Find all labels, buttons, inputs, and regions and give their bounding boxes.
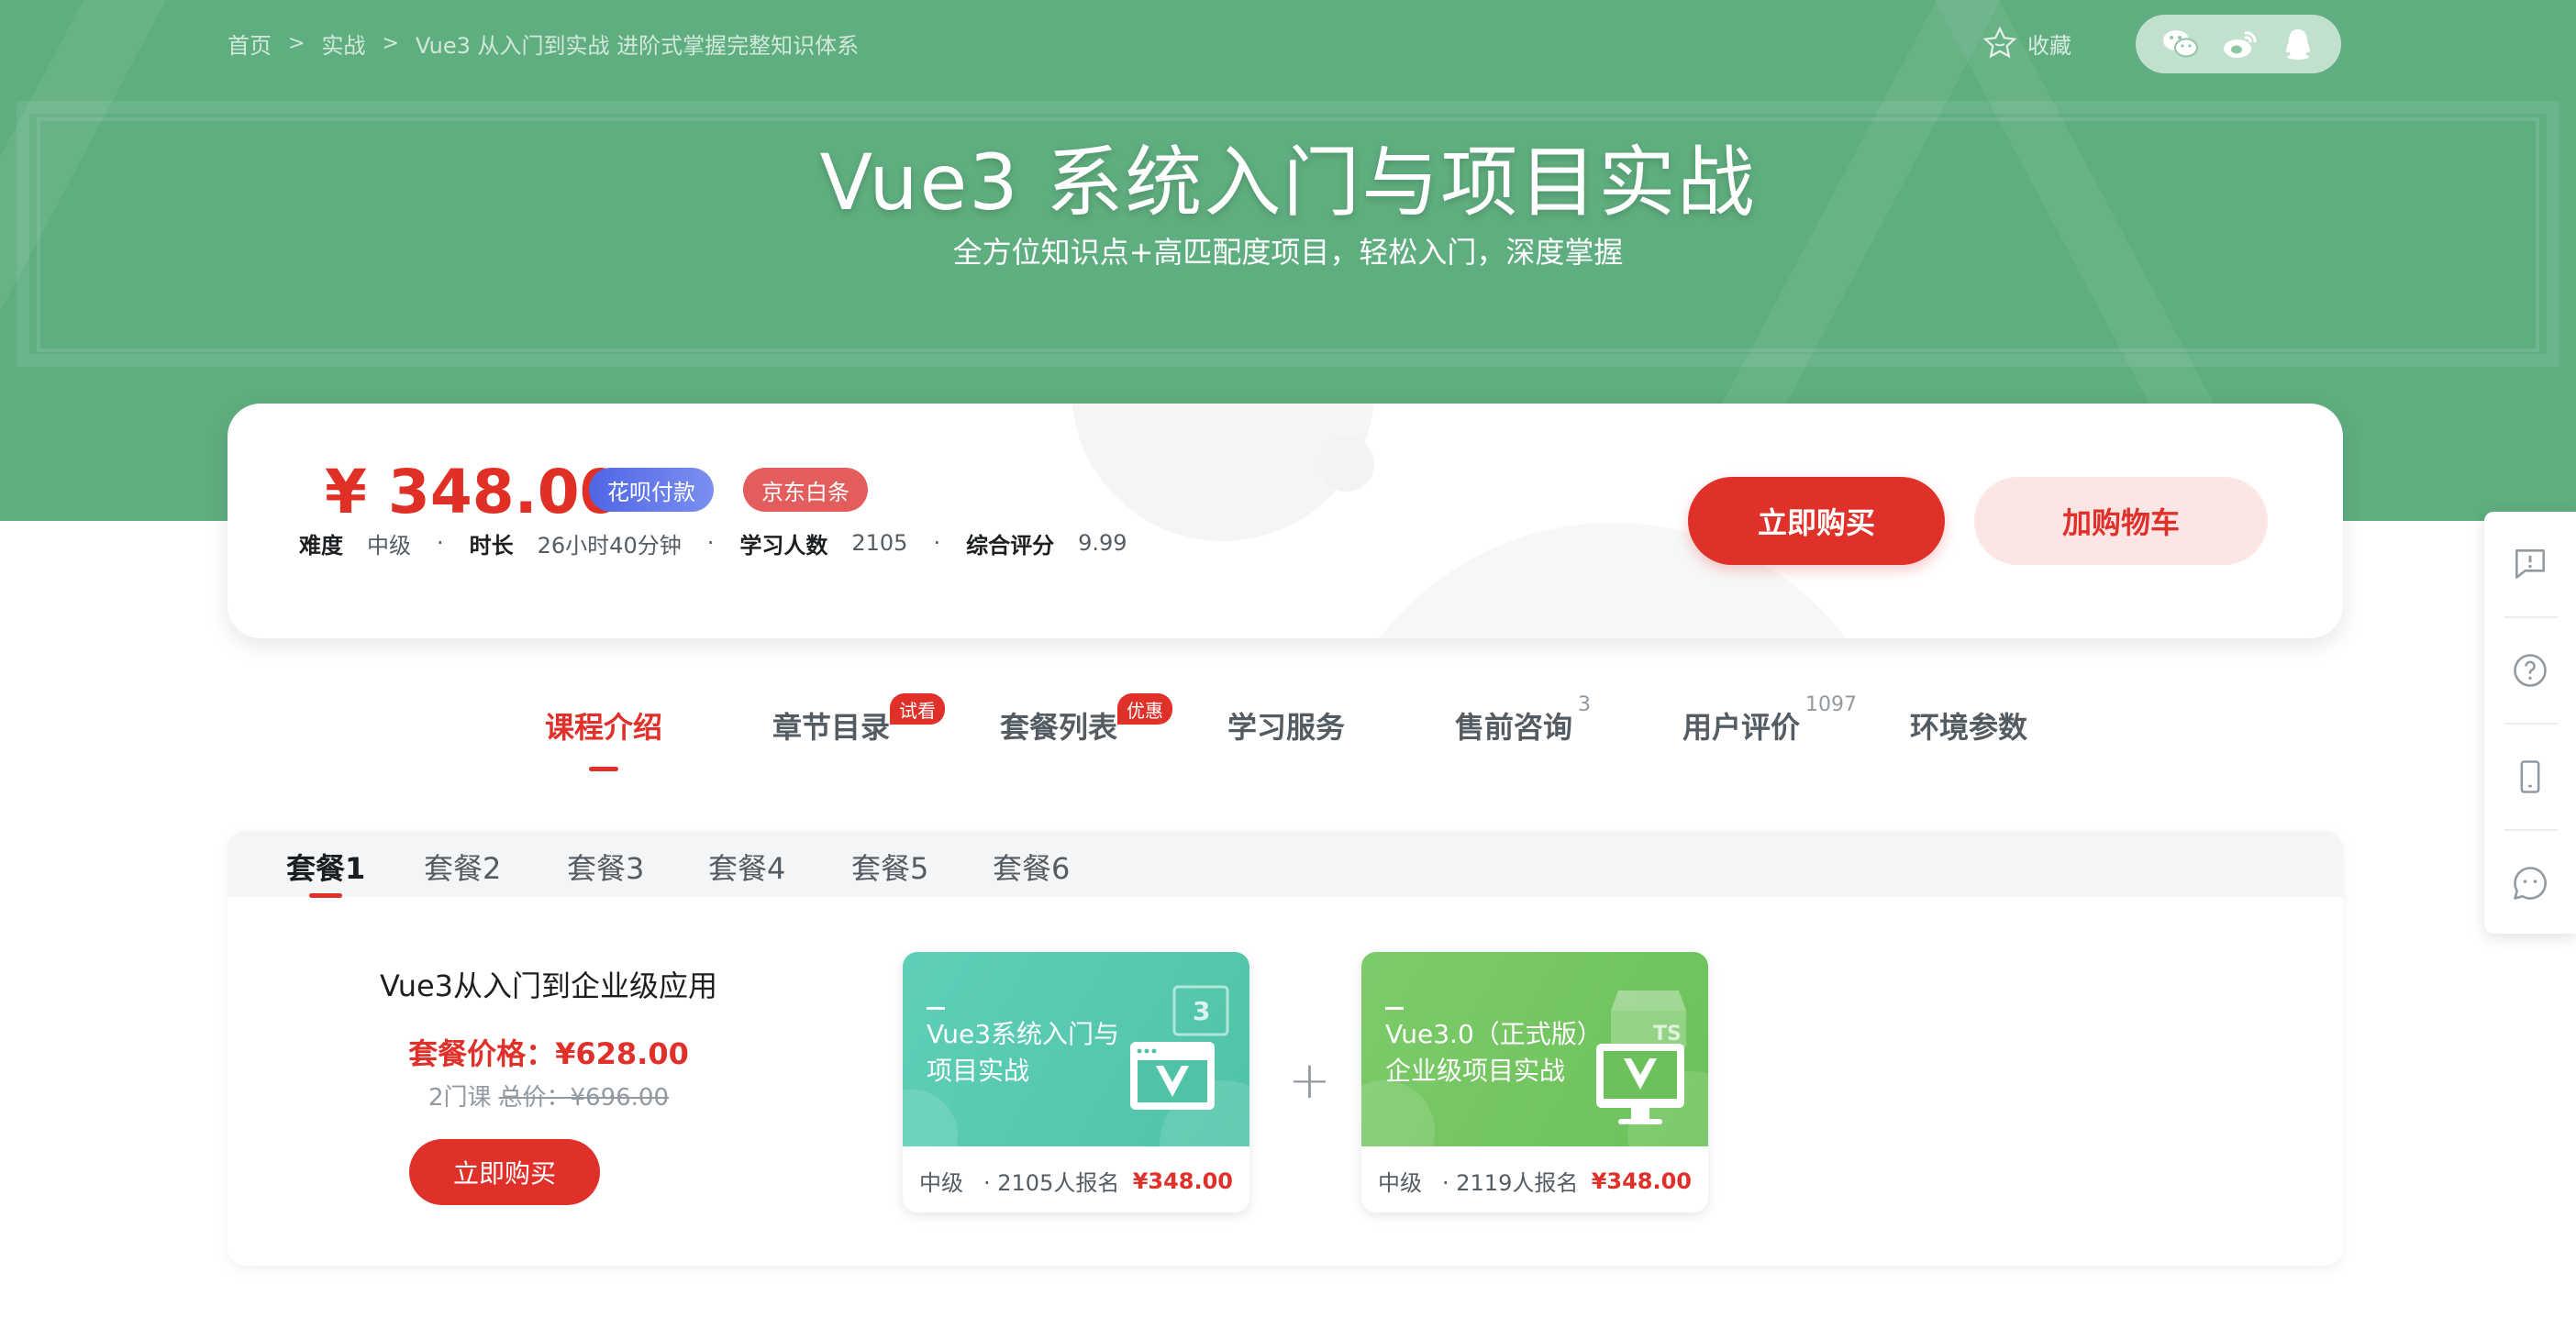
mobile-icon[interactable] [2484, 725, 2576, 829]
add-to-cart-button[interactable]: 加购物车 [1974, 477, 2268, 565]
tab-active-indicator [589, 767, 618, 771]
tab-label: 套餐列表 [1000, 710, 1118, 745]
favorite-label: 收藏 [2027, 32, 2071, 59]
tab-label: 学习服务 [1227, 710, 1346, 745]
feedback-icon[interactable] [2484, 512, 2576, 616]
tab-label: 章节目录 [772, 710, 891, 745]
tab-services[interactable]: 学习服务 [1227, 704, 1345, 747]
course-level: 中级 [1378, 1170, 1422, 1196]
meta-dot: · [933, 530, 941, 556]
package-tab-3[interactable]: 套餐3 [567, 846, 644, 888]
package-tab-4[interactable]: 套餐4 [708, 846, 785, 888]
package-tab-2[interactable]: 套餐2 [424, 846, 501, 888]
package-tab-1[interactable]: 套餐1 [286, 846, 366, 898]
breadcrumb: 首页 > 实战 > Vue3 从入门到实战 进阶式掌握完整知识体系 [228, 28, 859, 59]
share-bar [2136, 15, 2341, 73]
course-level: 中级 [919, 1170, 963, 1196]
vue-monitor-icon: TS [1596, 991, 1686, 1124]
package-course-card[interactable]: Vue3.0（正式版）企业级项目实战 TS 中级 · 2119人报名 ¥348.… [1361, 952, 1708, 1212]
duration-value: 26小时40分钟 [537, 532, 682, 559]
course-footer: 中级 · 2119人报名 ¥348.00 [1378, 1165, 1692, 1197]
meta-dot: · [437, 530, 444, 556]
wechat-icon[interactable] [2160, 26, 2201, 62]
course-price: ¥348.00 [1132, 1168, 1233, 1194]
weibo-icon[interactable] [2220, 26, 2260, 62]
buy-now-button[interactable]: 立即购买 [1688, 477, 1945, 565]
page-title: Vue3 系统入门与项目实战 [819, 138, 1757, 227]
cover-dash [1385, 1007, 1404, 1010]
star-icon [1982, 26, 2017, 59]
help-icon[interactable] [2484, 618, 2576, 723]
course-price: ¥ 348.00 [325, 457, 622, 527]
plus-sign: + [1288, 1051, 1331, 1111]
course-meta: 难度 中级 · 时长 26小时40分钟 · 学习人数 2105 · 综合评分 9… [299, 526, 1127, 559]
tab-reviews[interactable]: 用户评价 1097 [1682, 693, 1857, 747]
package-tab-label: 套餐1 [286, 851, 366, 886]
course-cover: Vue3.0（正式版）企业级项目实战 TS [1361, 952, 1708, 1200]
qq-icon[interactable] [2280, 26, 2316, 62]
rating-value: 9.99 [1078, 530, 1127, 556]
cover-dash [927, 1007, 945, 1010]
vue-window-icon: 3 [1130, 985, 1229, 1110]
tab-presale[interactable]: 售前咨询 3 [1455, 693, 1591, 747]
package-tab-5[interactable]: 套餐5 [851, 846, 928, 888]
package-name: Vue3从入门到企业级应用 [379, 968, 718, 1003]
course-cover: Vue3系统入门与项目实战 3 [903, 952, 1249, 1209]
tab-environment[interactable]: 环境参数 [1910, 704, 2027, 747]
svg-text:3: 3 [1193, 996, 1210, 1026]
course-price: ¥348.00 [1591, 1168, 1692, 1194]
chat-icon[interactable] [2484, 831, 2576, 935]
package-course-count: 2门课 [427, 1084, 492, 1112]
package-buy-button[interactable]: 立即购买 [409, 1139, 600, 1205]
package-tab-6[interactable]: 套餐6 [993, 846, 1070, 888]
trial-tag: 试看 [890, 693, 945, 725]
package-tabs: 套餐1 套餐2 套餐3 套餐4 套餐5 套餐6 [228, 831, 2343, 898]
duration-label: 时长 [469, 532, 514, 559]
difficulty-value: 中级 [367, 532, 411, 559]
course-enrolled: · 2105人报名 [983, 1170, 1120, 1196]
package-panel: 套餐1 套餐2 套餐3 套餐4 套餐5 套餐6 Vue3从入门到企业级应用 套餐… [228, 831, 2343, 1266]
tab-label: 环境参数 [1910, 710, 2028, 745]
jd-baitiao-badge[interactable]: 京东白条 [743, 468, 868, 512]
side-toolbar [2484, 512, 2576, 934]
reviews-count: 1097 [1805, 693, 1857, 716]
tab-chapters[interactable]: 章节目录 试看 [772, 693, 945, 747]
course-nav-tabs: 课程介绍 章节目录 试看 套餐列表 优惠 学习服务 售前咨询 3 用户评价 10… [0, 693, 2576, 771]
package-total-price: 总价：¥696.00 [498, 1084, 670, 1112]
breadcrumb-home[interactable]: 首页 [228, 28, 272, 60]
tab-label: 课程介绍 [545, 710, 663, 745]
package-course-card[interactable]: Vue3系统入门与项目实战 3 中级 · 2105人报名 ¥348.00 [903, 952, 1249, 1212]
breadcrumb-separator: > [382, 31, 399, 55]
tab-label: 用户评价 [1682, 710, 1801, 745]
course-cover-title: Vue3.0（正式版）企业级项目实战 [1385, 1019, 1603, 1086]
package-price: 套餐价格：¥628.00 [408, 1036, 689, 1071]
tab-label: 售前咨询 [1455, 710, 1573, 745]
svg-text:TS: TS [1653, 1023, 1682, 1046]
huabei-badge[interactable]: 花呗付款 [589, 468, 714, 512]
breadcrumb-current: Vue3 从入门到实战 进阶式掌握完整知识体系 [415, 32, 860, 59]
breadcrumb-separator: > [288, 31, 305, 55]
difficulty-label: 难度 [299, 532, 343, 559]
tab-packages[interactable]: 套餐列表 优惠 [1000, 693, 1172, 747]
rating-label: 综合评分 [966, 532, 1055, 559]
course-cover-title: Vue3系统入门与项目实战 [927, 1019, 1120, 1086]
students-label: 学习人数 [739, 532, 828, 559]
package-tab-indicator [309, 893, 343, 898]
course-enrolled: · 2119人报名 [1442, 1170, 1579, 1196]
presale-count: 3 [1578, 693, 1591, 716]
package-info: 2门课 总价：¥696.00 [228, 1079, 870, 1112]
students-value: 2105 [851, 530, 908, 556]
purchase-card: ¥ 348.00 花呗付款 京东白条 难度 中级 · 时长 26小时40分钟 ·… [228, 404, 2343, 638]
breadcrumb-category[interactable]: 实战 [321, 28, 365, 60]
card-decoration [1319, 437, 1374, 492]
course-footer: 中级 · 2105人报名 ¥348.00 [919, 1165, 1233, 1197]
page-subtitle: 全方位知识点+高匹配度项目，轻松入门，深度掌握 [952, 235, 1624, 270]
meta-dot: · [706, 530, 715, 556]
favorite-button[interactable]: 收藏 [1982, 24, 2071, 62]
tab-intro[interactable]: 课程介绍 [545, 704, 663, 771]
discount-tag: 优惠 [1117, 693, 1172, 725]
